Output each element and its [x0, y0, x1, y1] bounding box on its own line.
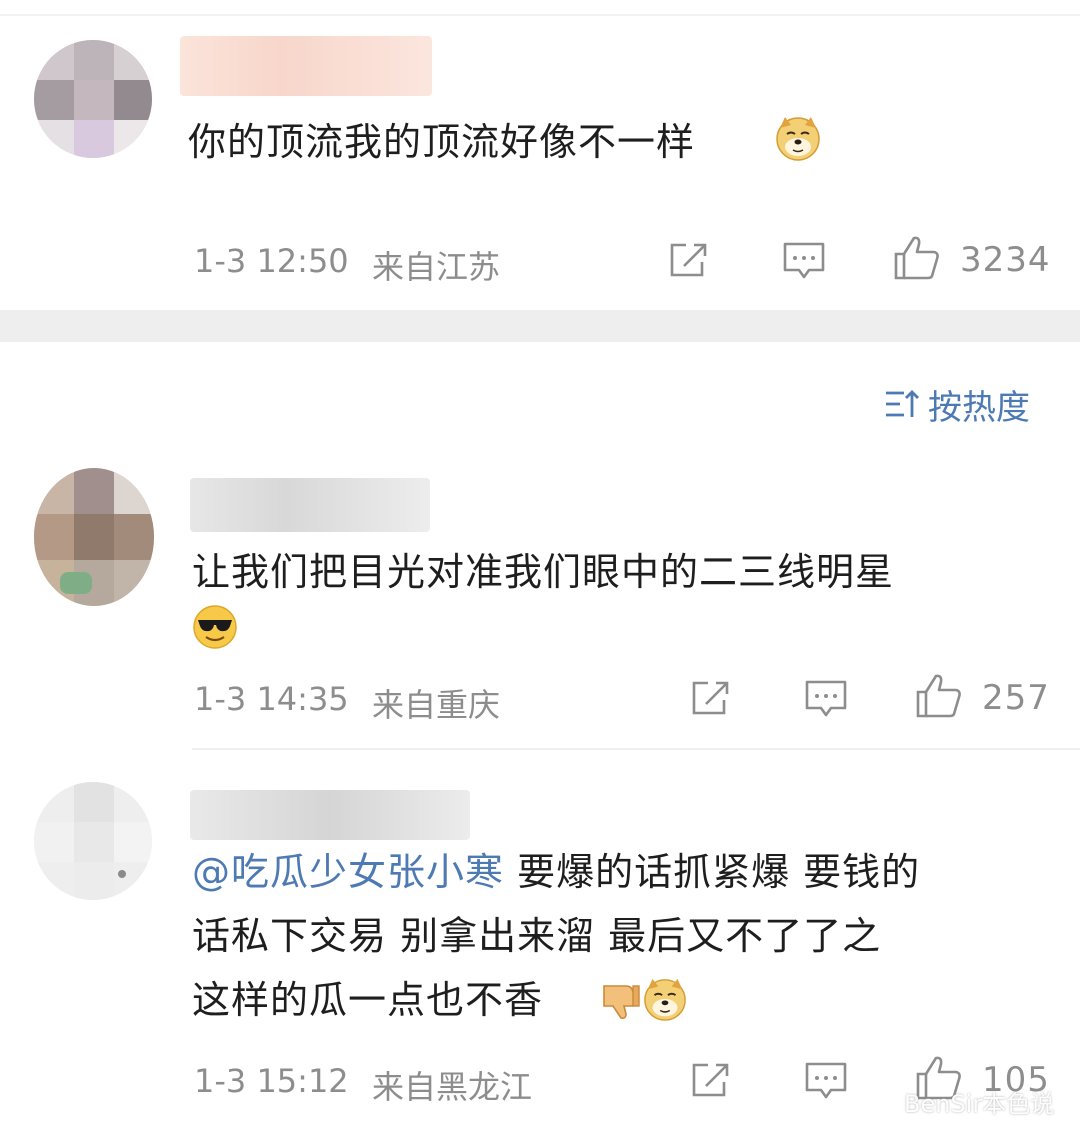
- comment-icon[interactable]: [782, 240, 826, 282]
- sort-label: 按热度: [928, 387, 1030, 428]
- share-icon[interactable]: [690, 678, 734, 718]
- avatar[interactable]: [34, 782, 152, 900]
- comment-icon[interactable]: [804, 1060, 848, 1102]
- cool-sunglasses-emoji: [193, 605, 237, 649]
- share-icon[interactable]: [690, 1060, 734, 1100]
- section-separator: [0, 310, 1080, 342]
- username-blurred[interactable]: [190, 478, 430, 532]
- username-blurred[interactable]: [190, 790, 470, 840]
- avatar[interactable]: [34, 468, 154, 606]
- comment-text: 让我们把目光对准我们眼中的二三线明星: [192, 550, 895, 594]
- comment-time: 1-3 12:50: [194, 242, 349, 280]
- username-blurred[interactable]: [180, 36, 432, 96]
- comment-icon[interactable]: [804, 678, 848, 720]
- comment-time: 1-3 14:35: [194, 680, 349, 718]
- sort-by-hot-button[interactable]: 按热度: [884, 382, 1030, 428]
- like-count: 3234: [960, 240, 1051, 280]
- comment-location: 来自黑龙江: [372, 1068, 533, 1106]
- comment-text-line1: @吃瓜少女张小寒 要爆的话抓紧爆 要钱的: [192, 850, 921, 894]
- top-divider: [0, 14, 1080, 16]
- avatar[interactable]: [34, 40, 152, 158]
- comment-divider: [192, 748, 1080, 750]
- comment-location: 来自重庆: [372, 686, 501, 724]
- share-icon[interactable]: [668, 240, 712, 280]
- doge-emoji: [776, 117, 820, 161]
- thumbs-down-emoji: [603, 985, 640, 1019]
- like-icon[interactable]: [892, 234, 942, 282]
- comment-text: 你的顶流我的顶流好像不一样: [188, 120, 696, 164]
- doge-emoji: [644, 978, 686, 1021]
- like-count: 257: [982, 678, 1050, 718]
- like-icon[interactable]: [914, 672, 964, 720]
- comment-location: 来自江苏: [372, 248, 501, 286]
- comment-text-line2: 话私下交易 别拿出来溜 最后又不了了之: [192, 914, 882, 958]
- sort-icon: [886, 390, 919, 417]
- comment-time: 1-3 15:12: [194, 1062, 349, 1100]
- comment-text-line3: 这样的瓜一点也不香: [192, 978, 544, 1022]
- watermark: BenSir本色说: [904, 1090, 1055, 1118]
- mention-link[interactable]: @吃瓜少女张小寒: [192, 850, 504, 894]
